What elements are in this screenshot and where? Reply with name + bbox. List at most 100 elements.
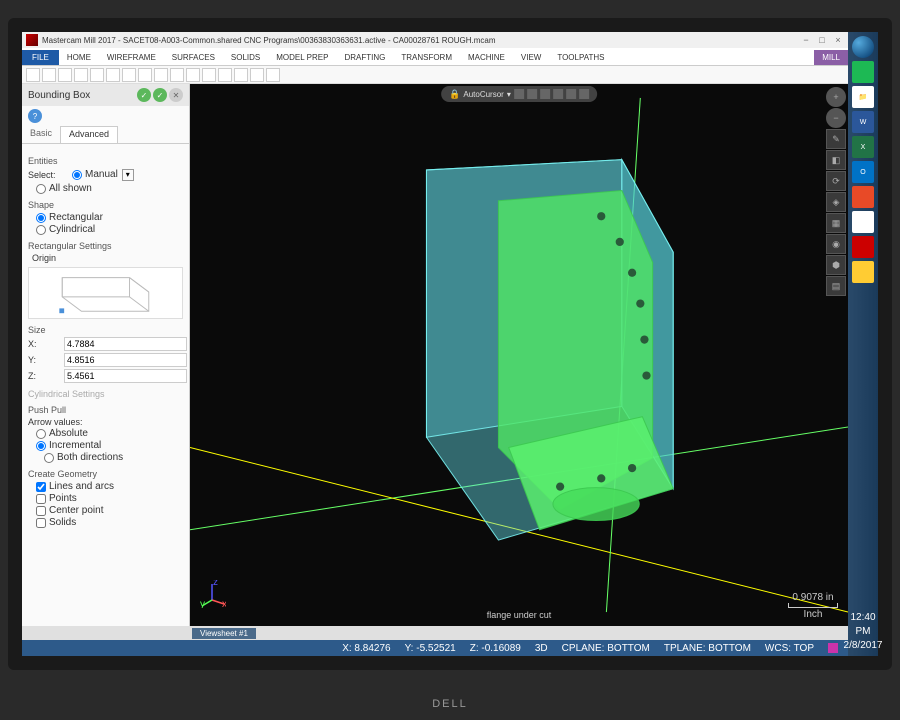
toolbar-icon[interactable] bbox=[58, 68, 72, 82]
shape-cylindrical-radio[interactable]: Cylindrical bbox=[36, 224, 183, 235]
pushpull-incremental-radio[interactable]: Incremental bbox=[36, 440, 183, 451]
toolbar-icon[interactable] bbox=[186, 68, 200, 82]
panel-tab-advanced[interactable]: Advanced bbox=[60, 126, 118, 143]
strip-icon[interactable]: + bbox=[826, 87, 846, 107]
toolbar-icon[interactable] bbox=[26, 68, 40, 82]
minimize-button[interactable]: − bbox=[800, 34, 812, 46]
ribbon-tab-wireframe[interactable]: WIREFRAME bbox=[99, 50, 164, 65]
toolbar-icon[interactable] bbox=[42, 68, 56, 82]
vp-tool-icon[interactable] bbox=[527, 89, 537, 99]
toolbar-icon[interactable] bbox=[90, 68, 104, 82]
geom-center-check[interactable]: Center point bbox=[36, 505, 183, 516]
strip-icon[interactable]: ◈ bbox=[826, 192, 846, 212]
size-z-input[interactable] bbox=[64, 369, 187, 383]
toolbar-icon[interactable] bbox=[250, 68, 264, 82]
toolbar-icon[interactable] bbox=[106, 68, 120, 82]
toolbar-icon[interactable] bbox=[170, 68, 184, 82]
vp-tool-icon[interactable] bbox=[579, 89, 589, 99]
viewport-3d[interactable]: 🔒 AutoCursor ▾ z x bbox=[190, 84, 848, 626]
lock-icon[interactable]: 🔒 bbox=[449, 89, 460, 100]
panel-header: Bounding Box ✓ ✓ ✕ bbox=[22, 84, 189, 106]
size-y-label: Y: bbox=[28, 355, 60, 365]
chevron-down-icon[interactable]: ▾ bbox=[507, 90, 511, 99]
strip-icon[interactable]: ◉ bbox=[826, 234, 846, 254]
taskbar-app-chrome[interactable] bbox=[852, 261, 874, 283]
toolbar-icon[interactable] bbox=[202, 68, 216, 82]
toolbar-icon[interactable] bbox=[218, 68, 232, 82]
taskbar-app-excel[interactable]: X bbox=[852, 136, 874, 158]
strip-icon[interactable]: ▤ bbox=[826, 276, 846, 296]
status-cplane[interactable]: CPLANE: BOTTOM bbox=[562, 643, 650, 654]
strip-icon[interactable]: ✎ bbox=[826, 129, 846, 149]
strip-icon[interactable]: ▦ bbox=[826, 213, 846, 233]
toolbar-icon[interactable] bbox=[138, 68, 152, 82]
toolbar-icon[interactable] bbox=[234, 68, 248, 82]
toolbar-icon[interactable] bbox=[154, 68, 168, 82]
select-allshown-radio[interactable]: All shown bbox=[36, 183, 183, 194]
bounding-box-panel: Bounding Box ✓ ✓ ✕ ? Basic Advanced Enti… bbox=[22, 84, 190, 626]
status-wcs[interactable]: WCS: TOP bbox=[765, 643, 814, 654]
taskbar-app-outlook[interactable]: O bbox=[852, 161, 874, 183]
size-x-input[interactable] bbox=[64, 337, 187, 351]
taskbar-app-generic2[interactable] bbox=[852, 211, 874, 233]
ribbon-tab-machine[interactable]: MACHINE bbox=[460, 50, 513, 65]
toolbar-icon[interactable] bbox=[74, 68, 88, 82]
taskbar-app-generic1[interactable] bbox=[852, 186, 874, 208]
taskbar-app-word[interactable]: W bbox=[852, 111, 874, 133]
ribbon-context-mill[interactable]: MILL bbox=[814, 50, 848, 65]
entities-section-label: Entities bbox=[28, 156, 183, 166]
cyl-settings-label: Cylindrical Settings bbox=[28, 389, 183, 399]
geom-solids-check[interactable]: Solids bbox=[36, 517, 183, 528]
pushpull-both-radio[interactable]: Both directions bbox=[44, 452, 183, 463]
vp-tool-icon[interactable] bbox=[553, 89, 563, 99]
viewsheet-tab[interactable]: Viewsheet #1 bbox=[192, 628, 256, 639]
origin-picker[interactable] bbox=[28, 267, 183, 319]
pushpull-absolute-radio[interactable]: Absolute bbox=[36, 428, 183, 439]
cancel-icon[interactable]: ✕ bbox=[169, 88, 183, 102]
ribbon-tab-home[interactable]: HOME bbox=[59, 50, 99, 65]
ribbon-tab-solids[interactable]: SOLIDS bbox=[223, 50, 268, 65]
toolbar-icon[interactable] bbox=[266, 68, 280, 82]
shape-rectangular-radio[interactable]: Rectangular bbox=[36, 212, 183, 223]
maximize-button[interactable]: □ bbox=[816, 34, 828, 46]
status-bar: X: 8.84276 Y: -5.52521 Z: -0.16089 3D CP… bbox=[22, 640, 848, 656]
vp-tool-icon[interactable] bbox=[540, 89, 550, 99]
pick-icon[interactable]: ▾ bbox=[122, 169, 134, 181]
viewport-autocursor-toolbar[interactable]: 🔒 AutoCursor ▾ bbox=[441, 86, 597, 102]
vp-tool-icon[interactable] bbox=[566, 89, 576, 99]
size-y-input[interactable] bbox=[64, 353, 187, 367]
ribbon-tab-row: FILE HOME WIREFRAME SURFACES SOLIDS MODE… bbox=[22, 48, 848, 66]
taskbar-app-explorer[interactable]: 📁 bbox=[852, 86, 874, 108]
select-manual-radio[interactable]: Manual bbox=[72, 169, 118, 180]
ribbon-tab-drafting[interactable]: DRAFTING bbox=[336, 50, 393, 65]
taskbar-app-spotify[interactable] bbox=[852, 61, 874, 83]
ok-icon[interactable]: ✓ bbox=[153, 88, 167, 102]
help-icon[interactable]: ? bbox=[28, 109, 42, 123]
start-orb[interactable] bbox=[852, 36, 874, 58]
ribbon-tab-transform[interactable]: TRANSFORM bbox=[393, 50, 460, 65]
strip-icon[interactable]: ⟳ bbox=[826, 171, 846, 191]
geom-lines-check[interactable]: Lines and arcs bbox=[36, 481, 183, 492]
status-swatch[interactable] bbox=[828, 643, 838, 653]
strip-icon[interactable]: − bbox=[826, 108, 846, 128]
strip-icon[interactable]: ◧ bbox=[826, 150, 846, 170]
geom-points-check[interactable]: Points bbox=[36, 493, 183, 504]
taskbar-app-mastercam[interactable] bbox=[852, 236, 874, 258]
status-tplane[interactable]: TPLANE: BOTTOM bbox=[664, 643, 751, 654]
ribbon-tab-toolpaths[interactable]: TOOLPATHS bbox=[549, 50, 612, 65]
svg-text:z: z bbox=[213, 580, 218, 588]
toolbar-icon[interactable] bbox=[122, 68, 136, 82]
file-tab[interactable]: FILE bbox=[22, 50, 59, 65]
vp-tool-icon[interactable] bbox=[514, 89, 524, 99]
monitor-brand: DELL bbox=[432, 698, 468, 710]
ribbon-tab-view[interactable]: VIEW bbox=[513, 50, 549, 65]
strip-icon[interactable]: ⬢ bbox=[826, 255, 846, 275]
status-viewmode[interactable]: 3D bbox=[535, 643, 548, 654]
close-button[interactable]: × bbox=[832, 34, 844, 46]
scale-indicator: 0.9078 in Inch bbox=[788, 592, 838, 620]
ribbon-tab-surfaces[interactable]: SURFACES bbox=[164, 50, 223, 65]
scale-unit: Inch bbox=[788, 609, 838, 620]
panel-tab-basic[interactable]: Basic bbox=[22, 126, 60, 143]
apply-icon[interactable]: ✓ bbox=[137, 88, 151, 102]
ribbon-tab-modelprep[interactable]: MODEL PREP bbox=[268, 50, 336, 65]
